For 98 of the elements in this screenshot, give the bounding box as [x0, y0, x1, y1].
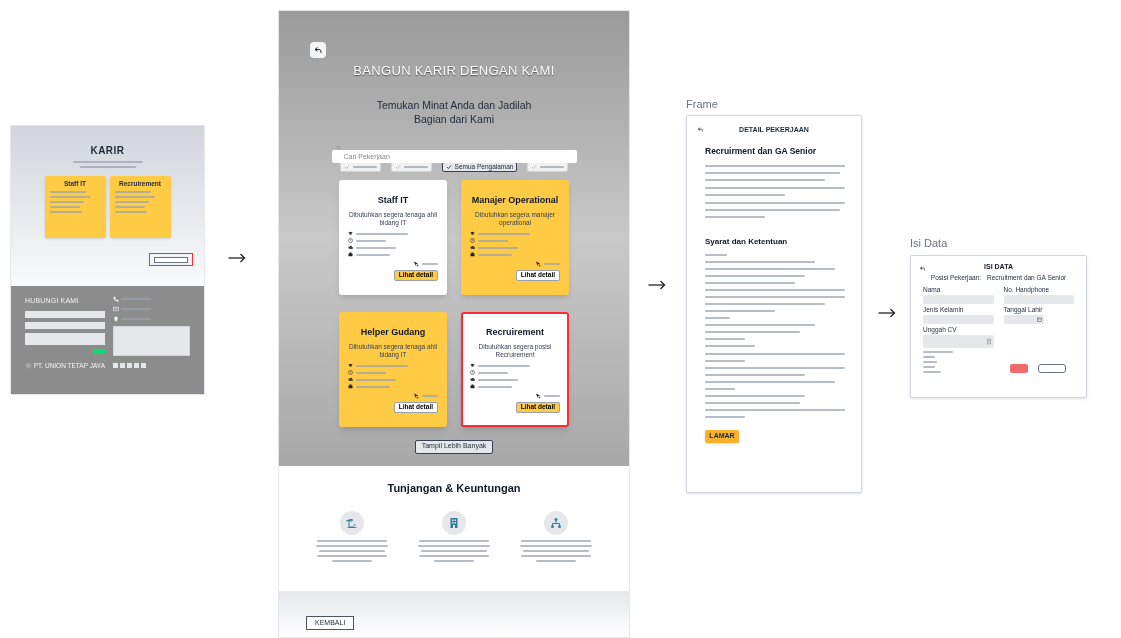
text-lines-drawing	[356, 246, 396, 249]
text-lines-drawing	[356, 232, 408, 235]
cursor-icon	[413, 261, 419, 267]
input-field[interactable]	[923, 294, 994, 304]
check-icon	[343, 163, 350, 170]
check-icon	[531, 163, 538, 170]
text-lines-drawing	[520, 539, 592, 562]
phone-icon	[113, 296, 119, 302]
graduation-cap-icon	[348, 231, 353, 236]
clock-icon	[470, 238, 475, 243]
building-icon	[448, 516, 460, 529]
back-button[interactable]	[310, 42, 326, 58]
text-lines-drawing	[540, 165, 565, 168]
text-lines-drawing	[478, 378, 518, 381]
back-icon	[919, 265, 926, 272]
money-icon	[470, 245, 475, 250]
arrow-icon	[228, 252, 246, 264]
text-lines-drawing	[478, 371, 508, 374]
text-lines-drawing	[356, 378, 396, 381]
palm-tree-icon	[346, 516, 358, 529]
submit-button[interactable]	[1038, 363, 1066, 373]
money-icon	[348, 377, 353, 382]
page-title: KARIR	[90, 144, 125, 158]
text-lines-drawing	[356, 253, 390, 256]
text-lines-drawing	[356, 239, 386, 242]
cursor-icon	[413, 393, 419, 399]
frame-label: Isi Data	[910, 236, 948, 251]
text-lines-drawing	[923, 350, 953, 373]
text-lines-drawing	[356, 371, 386, 374]
text-lines-drawing	[316, 539, 388, 562]
section-heading: Tunjangan & Keuntungan	[387, 481, 521, 496]
graduation-cap-icon	[348, 363, 353, 368]
text-lines-drawing	[478, 239, 508, 242]
arrow-icon	[648, 279, 666, 291]
dropdown-field[interactable]	[923, 314, 994, 324]
briefcase-icon	[470, 384, 475, 389]
text-lines-drawing	[422, 395, 438, 397]
text-lines-drawing	[356, 364, 408, 367]
upload-field[interactable]	[923, 334, 994, 348]
clock-icon	[348, 370, 353, 375]
back-icon	[697, 126, 704, 133]
text-lines-drawing	[478, 246, 518, 249]
filter-chip[interactable]	[390, 161, 432, 172]
cursor-icon	[535, 393, 541, 399]
page-heading: BANGUN KARIR DENGAN KAMI	[353, 62, 555, 80]
back-button[interactable]	[697, 126, 704, 133]
pin-icon	[113, 316, 119, 322]
graduation-cap-icon	[470, 231, 475, 236]
text-lines-drawing	[422, 263, 438, 265]
text-lines-drawing	[356, 385, 390, 388]
back-button[interactable]	[919, 265, 926, 272]
text-lines-drawing	[544, 395, 560, 397]
text-lines-drawing	[478, 364, 530, 367]
text-lines-drawing	[544, 263, 560, 265]
show-more-button[interactable]	[149, 253, 193, 266]
arrow-icon	[878, 307, 896, 319]
text-lines-drawing	[114, 190, 155, 213]
text-lines-drawing	[418, 539, 490, 562]
date-field[interactable]	[1003, 314, 1044, 324]
input-field[interactable]	[25, 332, 105, 345]
calendar-icon	[1036, 316, 1042, 322]
text-lines-drawing	[478, 232, 530, 235]
text-lines-drawing	[352, 165, 377, 168]
job-title: Manajer Operational	[471, 193, 559, 207]
mail-icon	[113, 306, 119, 312]
money-icon	[348, 245, 353, 250]
input-field[interactable]	[25, 310, 105, 318]
filter-chip[interactable]	[339, 161, 381, 172]
back-icon	[313, 45, 323, 55]
job-title: Staff IT	[377, 193, 409, 207]
job-title: Helper Gudang	[360, 325, 426, 339]
briefcase-icon	[470, 252, 475, 257]
filter-chip[interactable]	[527, 161, 569, 172]
frame-label: Frame	[686, 97, 718, 112]
text-lines-drawing	[478, 385, 512, 388]
send-button[interactable]	[93, 348, 105, 354]
input-field[interactable]	[25, 321, 105, 329]
job-title: Recruirment dan GA Senior	[705, 145, 818, 158]
page-subtitle: Temukan Minat Anda dan Jadilah Bagian dari Kami	[375, 97, 533, 126]
section-heading: Syarat dan Ketentuan	[705, 235, 789, 248]
money-icon	[470, 377, 475, 382]
input-field[interactable]	[1003, 294, 1074, 304]
text-lines-drawing	[49, 190, 90, 213]
check-icon	[445, 163, 452, 170]
text-lines-drawing	[403, 165, 428, 168]
briefcase-icon	[348, 252, 353, 257]
gear-logo-icon	[25, 360, 32, 370]
graduation-cap-icon	[470, 363, 475, 368]
briefcase-icon	[348, 384, 353, 389]
clock-icon	[348, 238, 353, 243]
clock-icon	[470, 370, 475, 375]
cursor-icon	[535, 261, 541, 267]
check-icon	[394, 163, 401, 170]
job-title: Recruirement	[486, 325, 544, 339]
hierarchy-icon	[550, 516, 562, 529]
text-lines-drawing	[72, 161, 143, 168]
text-lines-drawing	[478, 253, 512, 256]
reset-button[interactable]	[1010, 363, 1028, 373]
